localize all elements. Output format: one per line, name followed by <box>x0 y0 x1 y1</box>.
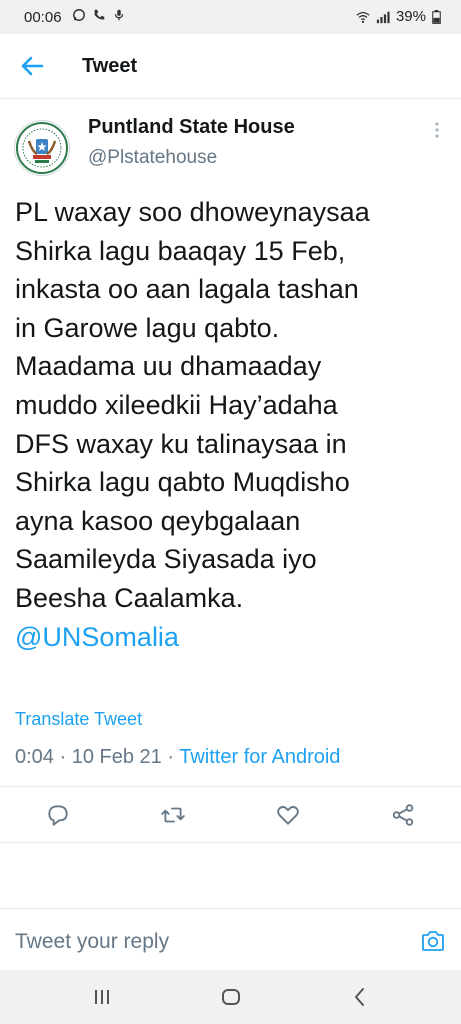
mention-link[interactable]: @UNSomalia <box>15 618 455 657</box>
home-icon[interactable] <box>219 985 243 1009</box>
tweet-text: PL waxay soo dhoweynaysaa Shirka lagu ba… <box>15 193 455 656</box>
system-nav-bar <box>0 970 461 1024</box>
author-name[interactable]: Puntland State House <box>88 116 295 139</box>
cast-icon <box>114 9 124 21</box>
tweet-date: 10 Feb 21 <box>71 746 162 768</box>
recent-apps-icon[interactable] <box>90 985 114 1009</box>
tweet-line: inkasta oo aan lagala tashan <box>15 274 359 305</box>
status-right: 39% <box>356 8 441 25</box>
tweet-actions <box>0 792 461 840</box>
tweet-line: muddo xileedkii Hay’adaha <box>15 389 338 420</box>
divider <box>0 786 461 787</box>
tweet-line: PL waxay soo dhoweynaysaa <box>15 197 370 227</box>
battery-percent: 39% <box>395 8 426 25</box>
tweet-author: Puntland State House @Plstatehouse <box>0 98 461 188</box>
emblem-icon <box>16 122 68 174</box>
tweet-line: Maadama uu dhamaaday <box>15 351 322 382</box>
battery-icon <box>432 9 441 24</box>
tweet-meta: 0:04 · 10 Feb 21 · Twitter for Android <box>15 746 340 769</box>
reply-composer[interactable]: Tweet your reply <box>0 908 461 971</box>
reply-icon[interactable] <box>45 802 71 828</box>
phone-icon <box>94 9 105 20</box>
back-icon[interactable] <box>348 985 372 1009</box>
status-bar: 00:06 39% <box>0 0 461 34</box>
tweet-line: Saamileyda Siyasada iyo <box>15 544 317 575</box>
wifi-icon <box>356 11 370 23</box>
tweet-line: Shirka lagu qabto Muqdisho <box>15 467 350 498</box>
share-icon[interactable] <box>390 802 416 828</box>
camera-icon[interactable] <box>420 929 446 953</box>
reply-input[interactable]: Tweet your reply <box>15 930 169 954</box>
tweet-line: ayna kasoo qeybgalaan <box>15 505 301 536</box>
tweet-time: 0:04 <box>15 746 54 768</box>
like-icon[interactable] <box>275 802 301 828</box>
retweet-icon[interactable] <box>160 802 186 828</box>
whatsapp-icon <box>73 9 85 21</box>
tweet-source-link[interactable]: Twitter for Android <box>179 746 340 768</box>
divider <box>0 842 461 843</box>
tweet-line: Shirka lagu baaqay 15 Feb, <box>15 235 346 266</box>
author-handle[interactable]: @Plstatehouse <box>88 147 217 169</box>
signal-icon <box>376 11 390 23</box>
translate-tweet-link[interactable]: Translate Tweet <box>15 709 142 730</box>
meta-separator: · <box>167 746 175 768</box>
arrow-left-icon[interactable] <box>18 54 46 78</box>
page-title: Tweet <box>82 55 138 77</box>
app-bar: Tweet <box>0 34 461 99</box>
status-left-icons <box>72 8 126 22</box>
status-time: 00:06 <box>24 9 62 26</box>
avatar[interactable] <box>14 120 70 176</box>
tweet-line: DFS waxay ku talinaysaa in <box>15 428 347 459</box>
meta-separator: · <box>59 746 67 768</box>
tweet-line: Beesha Caalamka. <box>15 582 244 613</box>
more-options-icon[interactable] <box>432 120 442 140</box>
tweet-line: in Garowe lagu qabto. <box>15 312 280 343</box>
